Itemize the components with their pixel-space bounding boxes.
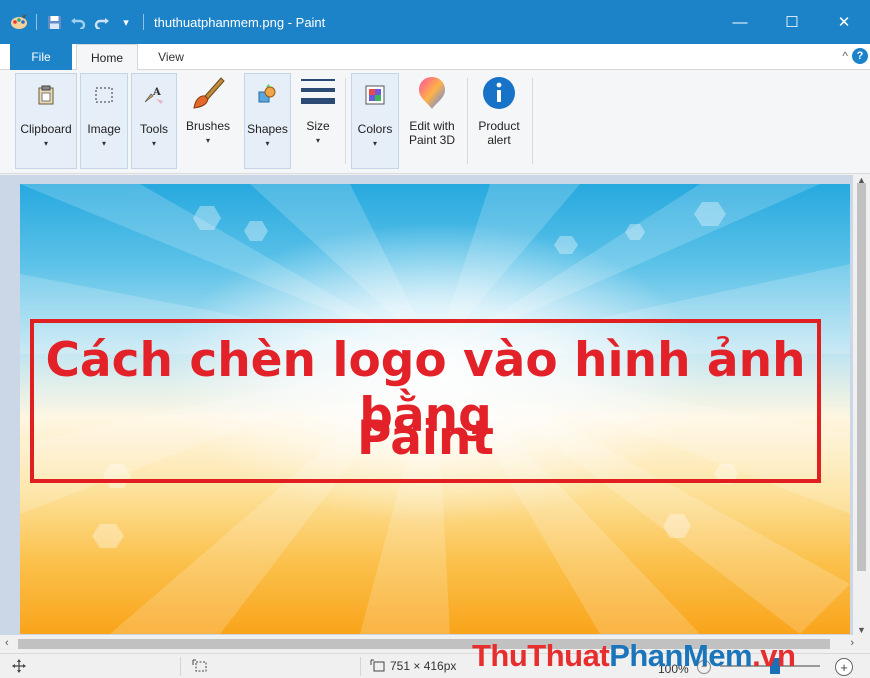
close-button[interactable]: ✕	[818, 0, 870, 44]
window-title: thuthuatphanmem.png - Paint	[154, 14, 326, 30]
size-group[interactable]: Size ▾	[296, 73, 340, 169]
edit-paint3d-button[interactable]: Edit with Paint 3D	[403, 73, 461, 169]
scroll-down-arrow-icon[interactable]: ▼	[853, 625, 870, 635]
watermark-logo: ThuThuatPhanMem.vn	[472, 638, 796, 674]
title-bar: ▾ thuthuatphanmem.png - Paint — ☐ ✕	[0, 0, 870, 44]
canvas-image[interactable]: Cách chèn logo vào hình ảnh bằng Paint	[20, 184, 850, 634]
chevron-down-icon: ▾	[372, 139, 377, 148]
collapse-ribbon-button[interactable]: ^	[842, 49, 848, 63]
tools-icon: A	[141, 82, 167, 108]
clipboard-group[interactable]: Clipboard ▾	[15, 73, 77, 169]
tab-view[interactable]: View	[140, 44, 202, 70]
status-separator	[360, 657, 361, 676]
minimize-button[interactable]: —	[714, 0, 766, 44]
info-icon	[481, 75, 517, 111]
colors-icon	[362, 82, 388, 108]
maximize-button[interactable]: ☐	[766, 0, 818, 44]
paint-app-icon[interactable]	[10, 13, 28, 31]
product-alert-button[interactable]: Product alert	[472, 73, 526, 169]
qat-separator	[36, 14, 37, 30]
scroll-left-arrow-icon[interactable]: ‹	[5, 637, 9, 649]
heading-frame: Cách chèn logo vào hình ảnh bằng Paint	[30, 319, 821, 483]
size-label: Size	[306, 119, 330, 133]
ribbon-tabs: File Home View ^ ?	[0, 44, 870, 71]
chevron-down-icon: ▾	[151, 139, 156, 148]
window-controls: — ☐ ✕	[714, 0, 870, 44]
zoom-in-button[interactable]: +	[835, 658, 853, 676]
select-icon	[91, 82, 117, 108]
redo-icon[interactable]	[93, 13, 111, 31]
chevron-down-icon: ▾	[205, 136, 210, 145]
paint3d-icon	[414, 75, 450, 111]
selection-size-icon	[192, 659, 208, 673]
watermark-part-1: ThuThuat	[472, 638, 610, 673]
chevron-down-icon: ▾	[101, 139, 106, 148]
help-icon[interactable]: ?	[852, 48, 868, 64]
ribbon-separator	[345, 78, 346, 164]
image-group[interactable]: Image ▾	[80, 73, 128, 169]
brushes-label: Brushes	[185, 119, 231, 133]
undo-icon[interactable]	[69, 13, 87, 31]
brushes-group[interactable]: Brushes ▾	[181, 73, 235, 169]
clipboard-icon	[33, 82, 59, 108]
image-size-text: 751 × 416px	[390, 659, 457, 673]
edit-paint3d-line1: Edit with	[409, 119, 455, 133]
shapes-label: Shapes	[247, 122, 288, 136]
save-icon[interactable]	[45, 13, 63, 31]
image-size-icon	[370, 659, 385, 672]
watermark-part-3: .vn	[752, 638, 796, 673]
image-size-status: 751 × 416px	[370, 659, 456, 673]
brush-icon	[190, 75, 226, 111]
tools-group[interactable]: A Tools ▾	[131, 73, 177, 169]
quick-access-toolbar: ▾	[0, 13, 146, 31]
chevron-down-icon: ▾	[265, 139, 270, 148]
heading-line-2: Paint	[357, 411, 494, 466]
ribbon-separator	[532, 78, 533, 164]
shapes-icon	[255, 82, 281, 108]
ribbon-separator	[467, 78, 468, 164]
edit-paint3d-label: Edit with Paint 3D	[409, 119, 455, 147]
watermark-part-2: PhanMem	[609, 638, 753, 673]
shapes-group[interactable]: Shapes ▾	[244, 73, 291, 169]
customize-qat-icon[interactable]: ▾	[117, 13, 135, 31]
clipboard-label: Clipboard	[20, 122, 72, 136]
tab-file[interactable]: File	[10, 44, 72, 70]
edit-paint3d-line2: Paint 3D	[408, 133, 456, 147]
product-alert-label: Product alert	[478, 119, 519, 147]
ribbon: Clipboard ▾ Image ▾ A Tools ▾ Brushes ▾ …	[0, 70, 870, 174]
tools-label: Tools	[139, 122, 168, 136]
svg-text:A: A	[152, 87, 161, 98]
cursor-position-icon	[12, 659, 26, 673]
qat-separator	[143, 14, 144, 30]
status-separator	[180, 657, 181, 676]
tab-home[interactable]: Home	[76, 44, 138, 71]
image-label: Image	[87, 122, 121, 136]
product-alert-line2: alert	[487, 133, 511, 147]
vertical-scrollbar[interactable]: ▲ ▼	[853, 175, 870, 635]
chevron-down-icon: ▾	[43, 139, 48, 148]
chevron-down-icon: ▾	[315, 136, 320, 145]
size-icon	[300, 77, 336, 111]
colors-group[interactable]: Colors ▾	[351, 73, 399, 169]
product-alert-line1: Product	[478, 119, 520, 133]
vertical-scroll-thumb[interactable]	[857, 183, 866, 571]
scroll-right-arrow-icon[interactable]: ›	[850, 637, 854, 649]
colors-label: Colors	[357, 122, 393, 136]
